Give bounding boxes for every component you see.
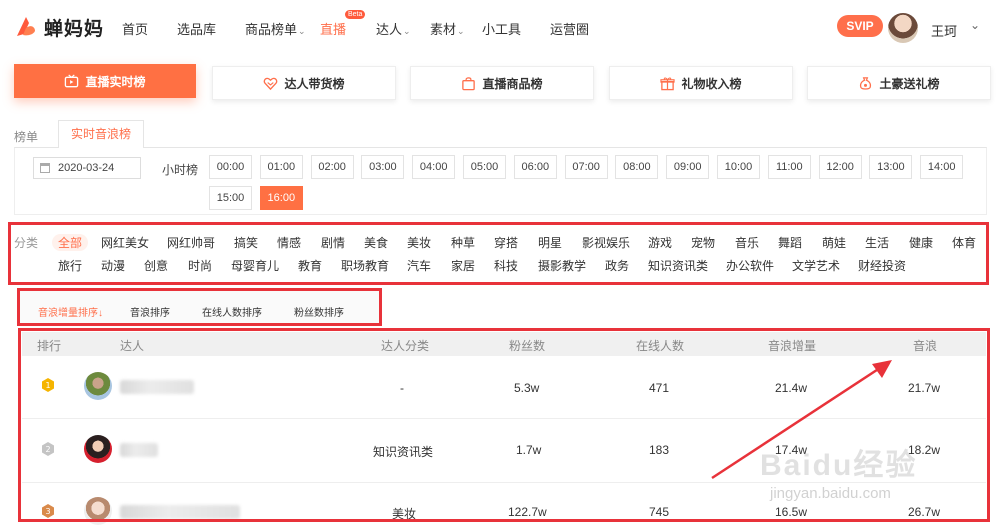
category-item[interactable]: 职场教育: [341, 257, 389, 274]
category-item[interactable]: 旅行: [58, 257, 82, 274]
tab-gift-income[interactable]: 礼物收入榜: [609, 66, 793, 100]
category-item[interactable]: 剧情: [321, 234, 345, 251]
chevron-down-icon: ⌄: [457, 26, 465, 36]
category-item[interactable]: 穿搭: [494, 234, 518, 251]
hourly-label: 小时榜: [162, 163, 199, 177]
category-item[interactable]: 汽车: [407, 257, 431, 274]
sort-by-online[interactable]: 在线人数排序: [202, 304, 262, 319]
live-tv-icon: [65, 73, 79, 87]
nav-material[interactable]: 素材⌄: [430, 19, 465, 38]
hour-button[interactable]: 04:00: [412, 155, 456, 179]
hour-button[interactable]: 06:00: [513, 155, 557, 179]
hour-button[interactable]: 10:00: [717, 155, 760, 179]
category-label: 分类: [14, 236, 39, 250]
category-item[interactable]: 家居: [451, 257, 475, 274]
hour-button[interactable]: 12:00: [818, 155, 862, 179]
hour-button[interactable]: 07:00: [564, 155, 608, 179]
hour-button[interactable]: 13:00: [869, 155, 913, 179]
category-item[interactable]: 种草: [451, 234, 475, 251]
category-item[interactable]: 美食: [364, 234, 388, 251]
category-item[interactable]: 舞蹈: [778, 234, 802, 251]
category-item[interactable]: 时尚: [188, 257, 212, 274]
sort-by-fans[interactable]: 粉丝数排序: [294, 304, 344, 319]
category-item[interactable]: 全部: [52, 234, 89, 251]
hour-button[interactable]: 09:00: [666, 155, 710, 179]
category-item[interactable]: 搞笑: [234, 234, 258, 251]
hour-button[interactable]: 00:00: [209, 155, 252, 179]
chevron-down-icon: ⌄: [298, 26, 306, 36]
category-item[interactable]: 网红美女: [101, 234, 149, 251]
category-item[interactable]: 文学艺术: [792, 257, 840, 274]
sort-by-increase[interactable]: 音浪增量排序↓: [38, 304, 103, 319]
sort-by-sound-wave[interactable]: 音浪排序: [130, 304, 170, 319]
tab-big-spender-gifts[interactable]: 土豪送礼榜: [807, 66, 991, 100]
category-item[interactable]: 网红帅哥: [167, 234, 215, 251]
category-item[interactable]: 母婴育儿: [231, 257, 279, 274]
hour-button[interactable]: 14:00: [920, 155, 964, 179]
hour-button[interactable]: 08:00: [615, 155, 659, 179]
calendar-icon: [40, 163, 50, 173]
user-avatar[interactable]: [888, 13, 918, 43]
hour-button[interactable]: 01:00: [259, 155, 303, 179]
tab-live-products[interactable]: 直播商品榜: [410, 66, 594, 100]
category-item[interactable]: 政务: [605, 257, 629, 274]
category-item[interactable]: 影视娱乐: [582, 234, 630, 251]
money-bag-icon: [860, 76, 872, 90]
hour-button[interactable]: 11:00: [767, 155, 811, 179]
nav-product-rankings[interactable]: 商品榜单⌄: [245, 19, 306, 38]
nav-tools[interactable]: 小工具: [482, 19, 521, 38]
top-navbar: 蝉妈妈 首页 选品库 商品榜单⌄ 直播 Beta 达人⌄ 素材⌄ 小工具 运营圈…: [0, 0, 1000, 56]
highlight-box-categories: [8, 222, 989, 285]
nav-operation-circle[interactable]: 运营圈: [550, 19, 589, 38]
category-item[interactable]: 健康: [909, 234, 933, 251]
category-item[interactable]: 美妆: [407, 234, 431, 251]
category-item[interactable]: 科技: [494, 257, 518, 274]
user-name[interactable]: 王珂: [931, 21, 957, 40]
category-item[interactable]: 教育: [298, 257, 322, 274]
category-item[interactable]: 财经投资: [858, 257, 906, 274]
beta-badge: Beta: [345, 10, 366, 19]
nav-live[interactable]: 直播: [320, 19, 346, 38]
category-item[interactable]: 情感: [277, 234, 301, 251]
nav-product-library[interactable]: 选品库: [177, 19, 216, 38]
chevron-down-icon: ⌄: [403, 26, 411, 36]
hour-button[interactable]: 02:00: [310, 155, 354, 179]
category-item[interactable]: 办公软件: [726, 257, 774, 274]
sort-down-icon: ↓: [98, 308, 103, 319]
category-item[interactable]: 生活: [865, 234, 889, 251]
tab-rankings[interactable]: 榜单: [14, 128, 38, 145]
app-logo-text[interactable]: 蝉妈妈: [44, 14, 104, 41]
watermark-logo: Baidu经验: [760, 449, 918, 482]
hour-button[interactable]: 16:00: [259, 186, 303, 210]
nav-influencer[interactable]: 达人⌄: [376, 19, 411, 38]
category-item[interactable]: 萌娃: [822, 234, 846, 251]
category-item[interactable]: 音乐: [735, 234, 759, 251]
bag-icon: [462, 76, 476, 90]
tab-influencer-sales[interactable]: 达人带货榜: [212, 66, 396, 100]
nav-home[interactable]: 首页: [122, 19, 148, 38]
gift-icon: [660, 76, 676, 90]
category-item[interactable]: 体育: [952, 234, 976, 251]
hour-button[interactable]: 05:00: [463, 155, 506, 179]
tab-realtime-sound-wave[interactable]: 实时音浪榜: [58, 120, 144, 148]
category-item[interactable]: 摄影教学: [538, 257, 586, 274]
hour-button[interactable]: 15:00: [209, 186, 252, 210]
watermark-url: jingyan.baidu.com: [770, 485, 891, 502]
category-item[interactable]: 动漫: [101, 257, 125, 274]
svip-badge[interactable]: SVIP: [837, 15, 883, 37]
tab-live-realtime[interactable]: 直播实时榜: [14, 64, 196, 98]
category-item[interactable]: 明星: [538, 234, 562, 251]
category-item[interactable]: 宠物: [691, 234, 715, 251]
category-item[interactable]: 创意: [144, 257, 168, 274]
chevron-down-icon[interactable]: ⌄: [970, 18, 980, 32]
category-item[interactable]: 知识资讯类: [648, 257, 708, 274]
logo-icon[interactable]: [14, 14, 38, 38]
hour-button[interactable]: 03:00: [361, 155, 405, 179]
category-item[interactable]: 游戏: [648, 234, 672, 251]
heart-tag-icon: [264, 77, 278, 90]
